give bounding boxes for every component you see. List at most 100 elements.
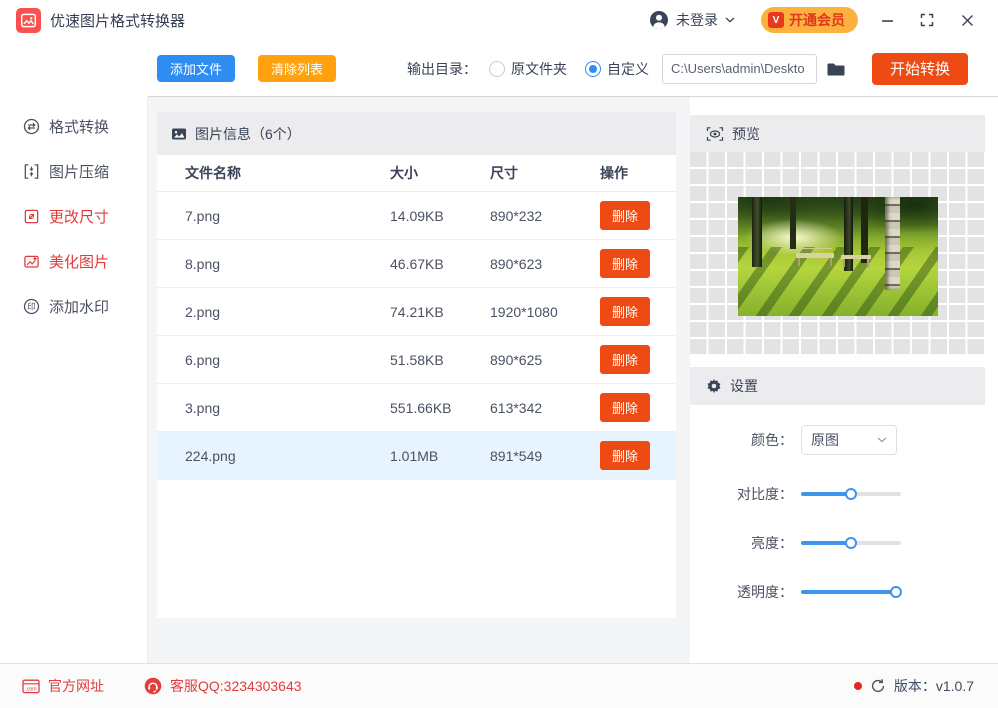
support-qq-label: 客服QQ:3234303643: [170, 678, 302, 694]
file-list-card: 图片信息（6个） 文件名称 大小 尺寸 操作 7.png 14.09KB 890…: [157, 112, 676, 618]
sidebar-item-label: 美化图片: [49, 254, 110, 271]
user-login-menu[interactable]: 未登录: [649, 10, 735, 30]
tree-trunk: [860, 197, 868, 263]
sidebar-item-format-convert[interactable]: 格式转换: [0, 104, 147, 149]
radio-original-folder[interactable]: 原文件夹: [488, 59, 567, 79]
close-button[interactable]: [952, 5, 982, 35]
sidebar: 格式转换 图片压缩 更改尺寸 美化图片 印 添加水印: [0, 97, 148, 663]
delete-button[interactable]: 删除: [600, 297, 651, 326]
cell-size: 1.01MB: [390, 447, 439, 464]
output-path-input[interactable]: [661, 53, 817, 84]
slider-thumb[interactable]: [845, 537, 857, 549]
opacity-label: 透明度：: [737, 584, 793, 600]
delete-button[interactable]: 删除: [600, 441, 651, 470]
start-convert-button[interactable]: 开始转换: [871, 52, 968, 85]
table-row[interactable]: 6.png 51.58KB 890*625 删除: [157, 336, 676, 384]
brightness-label: 亮度：: [751, 535, 793, 551]
preview-area: [690, 152, 985, 355]
add-files-button[interactable]: 添加文件: [157, 55, 236, 82]
login-status: 未登录: [676, 12, 718, 28]
cell-size: 51.58KB: [390, 351, 444, 368]
app-logo-icon: [16, 7, 41, 33]
table-row[interactable]: 8.png 46.67KB 890*623 删除: [157, 240, 676, 288]
contrast-label: 对比度：: [737, 486, 793, 502]
minimize-button[interactable]: [872, 5, 902, 35]
table-row[interactable]: 224.png 1.01MB 891*549 删除: [157, 432, 676, 480]
main-content: 图片信息（6个） 文件名称 大小 尺寸 操作 7.png 14.09KB 890…: [148, 97, 690, 663]
right-margin: [985, 97, 998, 663]
sidebar-item-image-compress[interactable]: 图片压缩: [0, 149, 147, 194]
maximize-button[interactable]: [912, 5, 942, 35]
table-row[interactable]: 7.png 14.09KB 890*232 删除: [157, 192, 676, 240]
tree-trunk: [884, 197, 900, 290]
support-qq-link[interactable]: 客服QQ:3234303643: [144, 676, 302, 696]
slider-thumb[interactable]: [845, 488, 857, 500]
tree-trunk: [843, 197, 853, 271]
sidebar-item-beautify[interactable]: 美化图片: [0, 239, 147, 284]
vip-upgrade-button[interactable]: V 开通会员: [761, 7, 858, 33]
cell-size: 46.67KB: [390, 255, 444, 272]
sidebar-item-label: 格式转换: [49, 119, 110, 136]
official-website-link[interactable]: .com 官方网址: [22, 676, 104, 696]
sidebar-item-label: 图片压缩: [49, 164, 110, 181]
user-avatar-icon: [649, 10, 669, 30]
cell-filename: 224.png: [185, 447, 236, 464]
file-list-header: 图片信息（6个）: [157, 112, 676, 155]
clear-list-button[interactable]: 清除列表: [258, 55, 337, 82]
col-size: 大小: [390, 165, 418, 181]
contrast-slider[interactable]: [801, 488, 901, 500]
sidebar-item-label: 更改尺寸: [49, 209, 110, 226]
opacity-slider[interactable]: [801, 586, 902, 598]
cell-dimensions: 890*623: [490, 255, 543, 272]
cell-dimensions: 890*232: [490, 207, 543, 224]
com-icon: .com: [22, 679, 40, 693]
col-filename: 文件名称: [185, 165, 241, 181]
radio-original-circle[interactable]: [488, 60, 505, 77]
cell-filename: 2.png: [185, 303, 221, 320]
radio-custom-circle[interactable]: [584, 60, 601, 77]
delete-button[interactable]: 删除: [600, 345, 651, 374]
image-info-icon: [171, 126, 187, 142]
cell-size: 551.66KB: [390, 399, 452, 416]
refresh-icon[interactable]: [870, 678, 886, 694]
app-window: 优速图片格式转换器 未登录 V 开通会员 添加文件 清除列表 输出目录： 原文件…: [0, 0, 998, 708]
sidebar-item-watermark[interactable]: 印 添加水印: [0, 284, 147, 329]
brightness-slider-row: 亮度：: [690, 533, 985, 553]
settings-title: 设置: [730, 378, 758, 394]
delete-button[interactable]: 删除: [600, 393, 651, 422]
compress-icon: [22, 163, 40, 180]
convert-icon: [22, 118, 40, 135]
titlebar: 优速图片格式转换器 未登录 V 开通会员: [0, 0, 998, 40]
resize-icon: [22, 208, 40, 225]
svg-text:印: 印: [27, 301, 36, 311]
vip-icon: V: [768, 12, 784, 28]
opacity-slider-row: 透明度：: [690, 582, 985, 602]
preview-image[interactable]: [737, 197, 938, 316]
color-select[interactable]: 原图: [801, 425, 897, 455]
col-dimensions: 尺寸: [490, 165, 518, 181]
version-label: 版本：v1.0.7: [893, 678, 974, 694]
color-setting-row: 颜色： 原图: [690, 425, 985, 455]
settings-body: 颜色： 原图 对比度： 亮度： 透明度：: [690, 405, 985, 602]
sidebar-item-resize[interactable]: 更改尺寸: [0, 194, 147, 239]
beautify-icon: [22, 253, 40, 270]
output-dir-label: 输出目录：: [406, 60, 477, 77]
preview-image-shadows: [737, 246, 938, 316]
cell-dimensions: 1920*1080: [490, 303, 558, 320]
delete-button[interactable]: 删除: [600, 201, 651, 230]
sidebar-item-label: 添加水印: [49, 299, 110, 316]
brightness-slider[interactable]: [801, 537, 901, 549]
park-bench: [795, 253, 834, 266]
radio-custom-folder[interactable]: 自定义: [584, 59, 649, 79]
statusbar: .com 官方网址 客服QQ:3234303643 版本：v1.0.7: [0, 663, 998, 708]
browse-folder-icon[interactable]: [827, 61, 846, 77]
right-panel: 预览 设置 颜色： 原图 对比度： 亮度： 透明度：: [690, 97, 985, 663]
table-row[interactable]: 2.png 74.21KB 1920*1080 删除: [157, 288, 676, 336]
slider-thumb[interactable]: [890, 586, 902, 598]
toolbar: 添加文件 清除列表 输出目录： 原文件夹 自定义 开始转换: [0, 40, 998, 97]
delete-button[interactable]: 删除: [600, 249, 651, 278]
app-body: 格式转换 图片压缩 更改尺寸 美化图片 印 添加水印 图片信息（6个） 文件名称…: [0, 97, 998, 663]
file-list-title: 图片信息（6个）: [195, 125, 301, 142]
version-area: 版本：v1.0.7: [853, 676, 974, 696]
table-row[interactable]: 3.png 551.66KB 613*342 删除: [157, 384, 676, 432]
